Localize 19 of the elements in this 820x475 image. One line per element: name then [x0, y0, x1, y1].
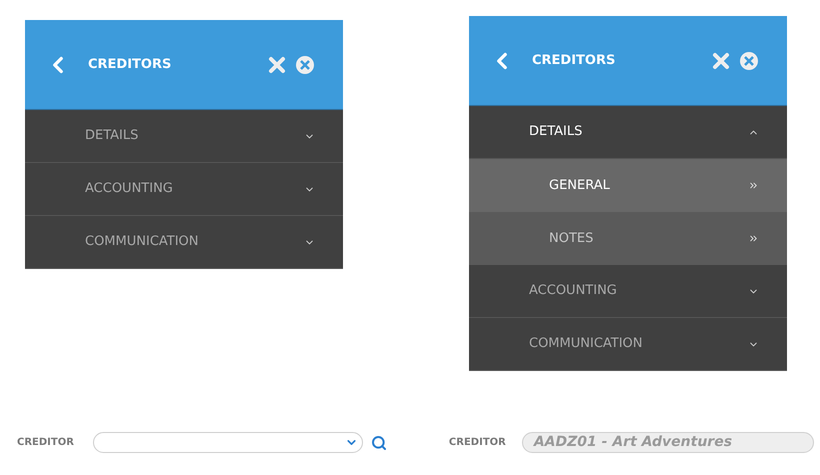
- menu-item[interactable]: COMMUNICATION: [469, 318, 787, 371]
- menu-item[interactable]: ACCOUNTING: [25, 163, 343, 216]
- panel-title: CREDITORS: [88, 56, 172, 74]
- double-chevron-icon: [748, 233, 759, 244]
- menu-item[interactable]: COMMUNICATION: [25, 216, 343, 269]
- menu-item[interactable]: ACCOUNTING: [469, 265, 787, 318]
- menu-item[interactable]: DETAILS: [25, 110, 343, 163]
- submenu-item[interactable]: GENERAL: [469, 159, 787, 212]
- field-label: CREDITOR: [448, 436, 506, 450]
- menu-item[interactable]: DETAILS: [469, 106, 787, 159]
- creditor-field[interactable]: AADZ01 - Art Adventures: [522, 432, 814, 453]
- panel-title: CREDITORS: [532, 52, 616, 70]
- cancel-circle-icon[interactable]: [739, 50, 759, 70]
- creditor-select[interactable]: [92, 432, 363, 453]
- submenu-item[interactable]: NOTES: [469, 212, 787, 265]
- search-icon[interactable]: [370, 434, 387, 450]
- cancel-circle-icon[interactable]: [295, 54, 315, 74]
- field-label: CREDITOR: [17, 436, 74, 450]
- double-chevron-icon: [748, 180, 759, 191]
